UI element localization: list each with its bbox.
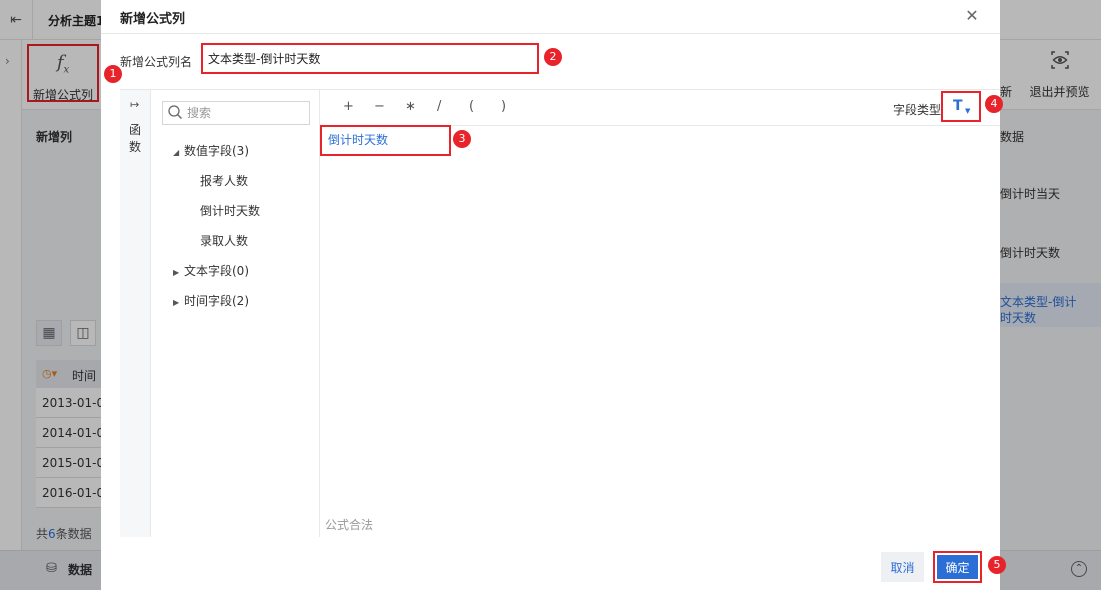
field-item[interactable]: 报考人数 [200,172,248,189]
operator-close-paren-button[interactable]: ) [501,99,506,114]
operator-multiply-button[interactable]: ∗ [405,99,416,114]
function-strip[interactable]: ↦ 函数 [120,90,151,537]
formula-pane: + − ∗ / ( ) 字段类型 T ▼ 倒计时天数 公式合法 [320,90,1000,537]
callout-badge: 4 [985,95,1003,113]
formula-field-token[interactable]: 倒计时天数 [320,125,451,156]
tree-group-text[interactable]: ▶ 文本字段(0) [173,262,249,279]
caret-right-icon: ▶ [173,298,180,307]
callout-badge: 1 [104,65,122,83]
callout-badge: 3 [453,130,471,148]
column-name-label: 新增公式列名 [120,55,193,69]
operator-minus-button[interactable]: − [374,99,385,114]
operator-plus-button[interactable]: + [343,99,354,114]
tree-group-numeric[interactable]: ◢ 数值字段(3) [173,142,249,159]
formula-editor: ↦ 函数 ◢ 数值字段(3) 报考人数 倒计时天数 录取人数 ▶ 文本字段(0) ▶… [120,89,1000,537]
dialog-title: 新增公式列 [120,12,186,27]
column-name-input[interactable] [201,43,539,74]
formula-status: 公式合法 [325,518,374,532]
tree-group-label: 时间字段(2) [184,294,249,308]
text-type-icon: T [953,98,963,114]
callout-badge: 5 [988,556,1006,574]
callout-badge: 2 [544,48,562,66]
field-search[interactable] [162,101,310,125]
field-item[interactable]: 倒计时天数 [200,202,260,219]
tree-group-time[interactable]: ▶ 时间字段(2) [173,292,249,309]
operator-divide-button[interactable]: / [437,99,441,114]
cancel-button[interactable]: 取消 [881,552,924,582]
field-type-label: 字段类型 [893,103,942,117]
close-icon[interactable]: ✕ [962,6,982,26]
tree-group-label: 文本字段(0) [184,264,249,278]
caret-right-icon: ▶ [173,268,180,277]
expand-functions-icon[interactable]: ↦ [130,98,139,111]
search-icon [167,104,183,120]
dialog-header: 新增公式列 ✕ [101,0,1000,34]
tree-group-label: 数值字段(3) [184,144,249,158]
field-search-input[interactable] [187,104,305,122]
chevron-down-icon: ▼ [965,107,971,115]
field-item[interactable]: 录取人数 [200,232,248,249]
operator-open-paren-button[interactable]: ( [469,99,474,114]
caret-down-icon: ◢ [173,148,180,157]
new-formula-column-dialog: 新增公式列 ✕ 新增公式列名 ↦ 函数 ◢ 数值字段(3) 报考人数 倒计时天数 … [101,0,1000,590]
field-tree: ◢ 数值字段(3) 报考人数 倒计时天数 录取人数 ▶ 文本字段(0) ▶ 时间字段(… [151,90,320,537]
ok-button[interactable]: 确定 [937,555,978,579]
ok-button-highlight: 确定 [933,551,982,583]
field-type-dropdown[interactable]: T ▼ [941,91,981,122]
function-strip-label: 函数 [128,123,141,154]
